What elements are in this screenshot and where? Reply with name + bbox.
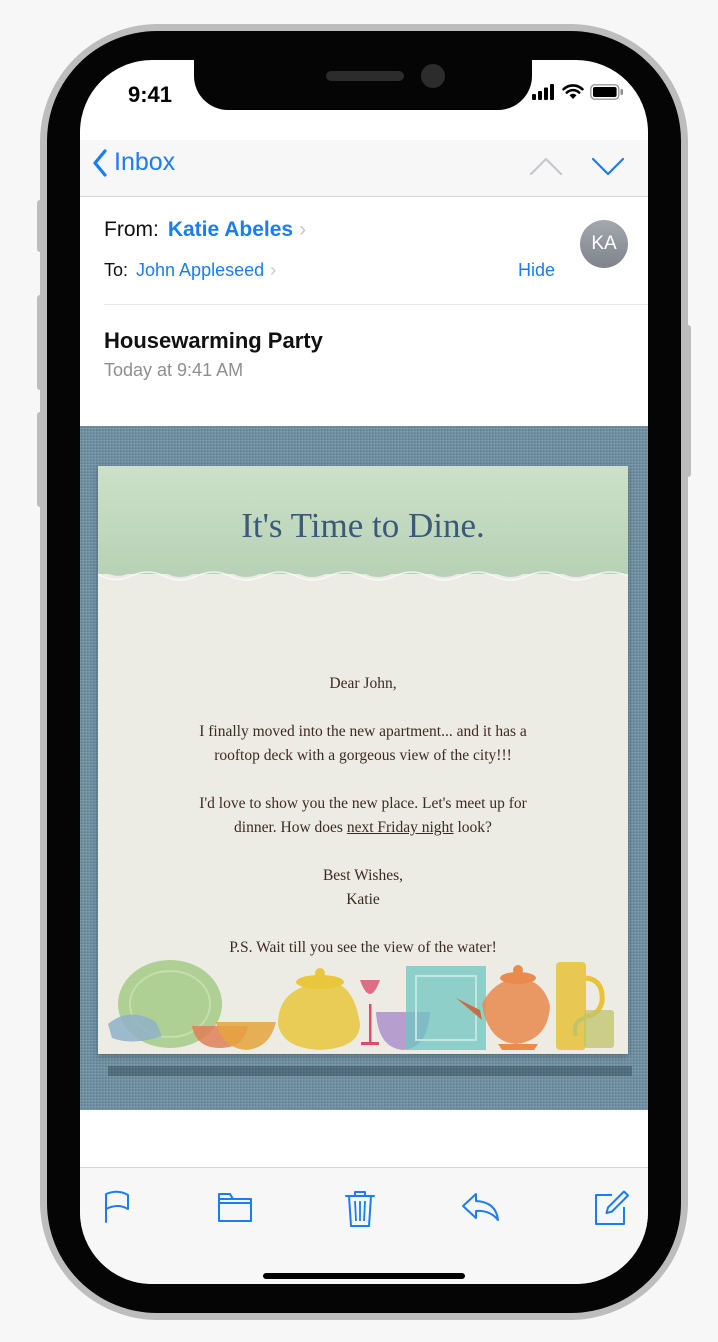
wifi-icon bbox=[562, 84, 584, 99]
cellular-signal-icon bbox=[532, 84, 554, 100]
letter-text: look? bbox=[453, 819, 492, 836]
paper-shadow bbox=[108, 1066, 632, 1076]
compose-icon[interactable] bbox=[594, 1190, 630, 1226]
dishware-illustration bbox=[108, 960, 614, 1050]
chevron-left-icon bbox=[93, 148, 107, 177]
letter-paper: It's Time to Dine. Dear John, I finally … bbox=[98, 466, 628, 1054]
screen: 9:41 Inbox From: Katie Abeles › To: John… bbox=[80, 60, 648, 1284]
letter-greeting: Dear John, bbox=[329, 675, 397, 692]
status-time: 9:41 bbox=[128, 82, 173, 107]
from-label: From: bbox=[104, 218, 159, 241]
letter-paragraph-line: I'd love to show you the new place. Let'… bbox=[199, 795, 527, 812]
chevron-right-icon: › bbox=[299, 218, 307, 241]
message-subject: Housewarming Party bbox=[104, 328, 323, 353]
trash-icon[interactable] bbox=[344, 1190, 376, 1228]
hide-details-link[interactable]: Hide bbox=[518, 260, 555, 281]
folder-icon[interactable] bbox=[217, 1190, 253, 1224]
letter-title: It's Time to Dine. bbox=[241, 506, 485, 545]
sender-name[interactable]: Katie Abeles bbox=[168, 218, 293, 242]
speaker bbox=[326, 71, 404, 81]
message-date: Today at 9:41 AM bbox=[104, 360, 244, 380]
power-button bbox=[685, 325, 691, 477]
volume-down-button bbox=[37, 412, 43, 507]
mute-switch bbox=[37, 200, 43, 252]
flag-icon[interactable] bbox=[102, 1190, 132, 1224]
letter-paragraph-line: dinner. How does next Friday night look? bbox=[118, 816, 608, 840]
letter-signature: Katie bbox=[346, 891, 380, 908]
scalloped-edge bbox=[98, 566, 628, 581]
letter-paragraph-line: I finally moved into the new apartment..… bbox=[199, 723, 527, 740]
bottom-toolbar bbox=[80, 1167, 648, 1284]
chevron-right-icon: › bbox=[270, 260, 277, 280]
recipient-name[interactable]: John Appleseed bbox=[136, 260, 264, 281]
back-button[interactable]: Inbox bbox=[92, 148, 175, 177]
letter-closing: Best Wishes, bbox=[322, 867, 404, 884]
back-label: Inbox bbox=[114, 148, 176, 176]
navigation-bar: Inbox bbox=[80, 140, 648, 197]
volume-up-button bbox=[37, 295, 43, 390]
letter-background: It's Time to Dine. Dear John, I finally … bbox=[80, 426, 648, 1110]
header-divider bbox=[104, 304, 648, 305]
battery-icon bbox=[590, 84, 623, 100]
next-message-icon[interactable] bbox=[590, 154, 626, 178]
previous-message-icon[interactable] bbox=[528, 154, 564, 178]
avatar[interactable]: KA bbox=[580, 220, 628, 268]
letter-paragraph-line: rooftop deck with a gorgeous view of the… bbox=[214, 747, 512, 764]
reply-icon[interactable] bbox=[460, 1190, 500, 1224]
status-icons bbox=[532, 84, 624, 100]
from-row: From: Katie Abeles › bbox=[104, 218, 306, 242]
to-row: To: John Appleseed › bbox=[104, 260, 276, 281]
date-detected-link[interactable]: next Friday night bbox=[347, 819, 454, 836]
to-label: To: bbox=[104, 260, 129, 280]
home-indicator[interactable] bbox=[263, 1273, 465, 1279]
letter-text: dinner. How does bbox=[234, 819, 347, 836]
front-camera bbox=[421, 64, 445, 88]
letter-body: Dear John, I finally moved into the new … bbox=[118, 672, 608, 960]
